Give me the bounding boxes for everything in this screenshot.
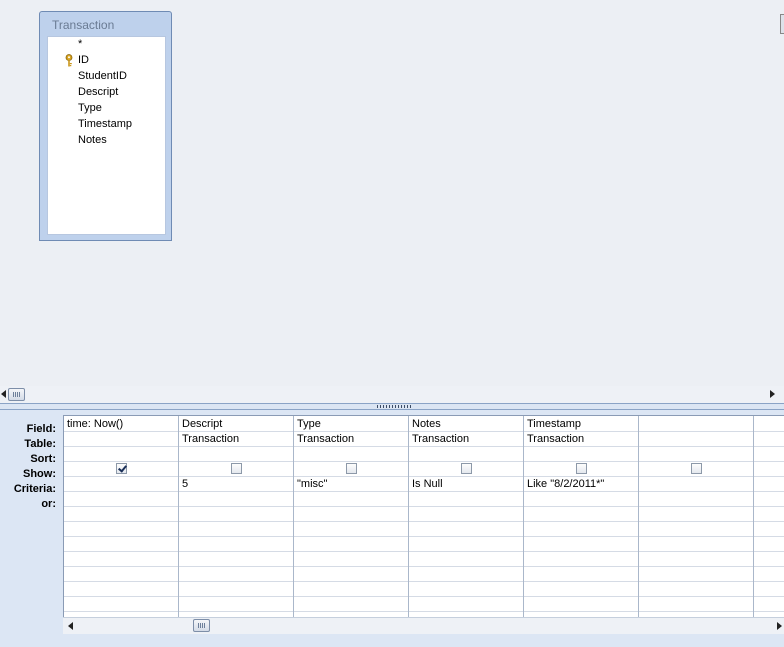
field-cell[interactable]: Type <box>297 418 321 430</box>
field-item-descript[interactable]: Descript <box>78 86 118 98</box>
field-list: * ID StudentID Descript Type Timestamp N… <box>47 36 166 235</box>
field-item-studentid[interactable]: StudentID <box>78 70 127 82</box>
grid-horizontal-scrollbar[interactable] <box>63 617 784 634</box>
table-cell[interactable]: Transaction <box>297 433 354 445</box>
scroll-left-arrow-icon[interactable] <box>1 390 6 398</box>
key-icon <box>65 54 73 67</box>
field-cell[interactable]: Notes <box>412 418 441 430</box>
design-pane-horizontal-scrollbar[interactable] <box>0 386 784 403</box>
table-cell[interactable]: Transaction <box>412 433 469 445</box>
show-checkbox[interactable] <box>116 463 127 474</box>
table-cell[interactable]: Transaction <box>527 433 584 445</box>
field-cell[interactable]: Timestamp <box>527 418 581 430</box>
pane-splitter[interactable] <box>0 403 784 410</box>
field-item-id[interactable]: ID <box>78 54 89 66</box>
row-label-criteria: Criteria: <box>13 483 56 495</box>
row-label-sort: Sort: <box>30 453 56 465</box>
row-label-show: Show: <box>23 468 56 480</box>
show-checkbox[interactable] <box>576 463 587 474</box>
show-checkbox[interactable] <box>461 463 472 474</box>
criteria-cell[interactable]: "misc" <box>297 478 327 490</box>
splitter-grip-icon <box>377 405 412 408</box>
show-checkbox[interactable] <box>691 463 702 474</box>
field-cell[interactable]: time: Now() <box>67 418 123 430</box>
scrollbar-thumb[interactable] <box>8 388 25 401</box>
offscreen-table-edge <box>780 14 784 34</box>
table-field-list[interactable]: Transaction * ID StudentID Descript Type… <box>39 11 172 241</box>
scroll-right-arrow-icon[interactable] <box>777 622 782 630</box>
field-item-notes[interactable]: Notes <box>78 134 107 146</box>
criteria-cell[interactable]: Like "8/2/2011*" <box>527 478 604 490</box>
field-item-timestamp[interactable]: Timestamp <box>78 118 132 130</box>
scroll-right-arrow-icon[interactable] <box>770 390 775 398</box>
scrollbar-thumb[interactable] <box>193 619 210 632</box>
row-label-field: Field: <box>26 423 56 435</box>
table-cell[interactable]: Transaction <box>182 433 239 445</box>
show-checkbox[interactable] <box>346 463 357 474</box>
row-label-or: or: <box>41 498 56 510</box>
query-grid-pane: Field: Table: Sort: Show: Criteria: or: … <box>0 410 784 647</box>
query-design-pane[interactable]: Transaction * ID StudentID Descript Type… <box>0 0 784 386</box>
criteria-cell[interactable]: 5 <box>182 478 188 490</box>
field-cell[interactable]: Descript <box>182 418 222 430</box>
field-item-type[interactable]: Type <box>78 102 102 114</box>
row-label-table: Table: <box>24 438 56 450</box>
scroll-left-arrow-icon[interactable] <box>68 622 73 630</box>
field-item-all[interactable]: * <box>78 38 82 50</box>
query-design-grid[interactable]: time: Now() Descript Transaction 5 Type … <box>63 415 784 617</box>
show-checkbox[interactable] <box>231 463 242 474</box>
criteria-cell[interactable]: Is Null <box>412 478 443 490</box>
table-title[interactable]: Transaction <box>52 18 114 32</box>
